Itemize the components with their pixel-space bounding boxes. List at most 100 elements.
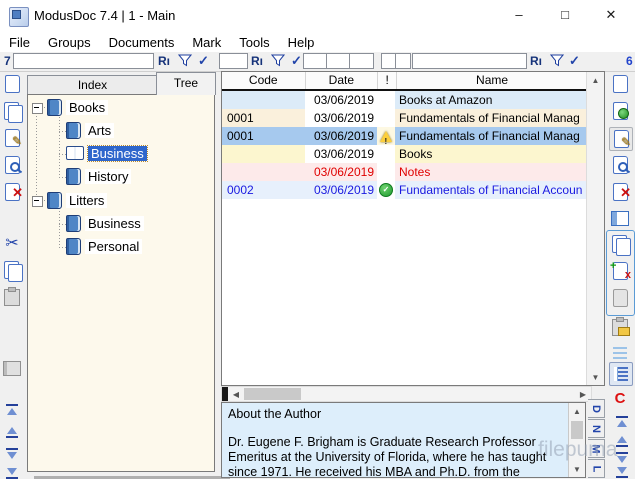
tree-node-personal[interactable]: Personal: [66, 236, 142, 256]
scroll-up-icon[interactable]: ▲: [587, 72, 604, 88]
mark-filter-input[interactable]: [381, 53, 396, 69]
header-date[interactable]: Date: [306, 72, 379, 89]
split-view-icon[interactable]: [609, 207, 631, 229]
tree-node-label[interactable]: Litters: [66, 193, 107, 208]
table-row-selected[interactable]: 0001 03/06/2019 Fundamentals of Financia…: [222, 127, 587, 145]
tree-panel[interactable]: Books Arts Business History Litters Busi…: [27, 94, 215, 472]
scroll-left-icon[interactable]: ◀: [228, 387, 244, 401]
scroll-up-icon[interactable]: ▲: [569, 403, 585, 419]
notes-panel[interactable]: About the Author Dr. Eugene F. Brigham i…: [221, 402, 586, 478]
delete-doc-icon[interactable]: ✕: [609, 181, 631, 203]
table-row[interactable]: 03/06/2019 Books at Amazon: [222, 91, 587, 109]
mark-filter-input-2[interactable]: [395, 53, 411, 69]
table-row[interactable]: 03/06/2019 Notes: [222, 163, 587, 181]
new-group-icon[interactable]: [1, 73, 23, 95]
paste-icon[interactable]: [1, 286, 23, 308]
table-row[interactable]: 03/06/2019 Books: [222, 145, 587, 163]
disabled-doc-icon[interactable]: [609, 287, 631, 309]
view-group-icon[interactable]: [1, 154, 23, 176]
sort-indicator-name[interactable]: Rı: [530, 54, 542, 68]
note-tab-n[interactable]: N: [588, 419, 605, 438]
row-move-top-icon[interactable]: [612, 414, 632, 430]
titlebar[interactable]: ModusDoc 7.4 | 1 - Main – □ ✕: [0, 0, 635, 32]
folder-icon: [618, 327, 630, 336]
filter-funnel-icon-code[interactable]: [271, 54, 285, 70]
copy-doc-icon[interactable]: [609, 233, 631, 255]
table-horizontal-scrollbar[interactable]: ◀ ▶: [221, 386, 592, 402]
header-mark[interactable]: !: [378, 72, 397, 89]
note-tab-l[interactable]: L: [588, 459, 605, 478]
menu-groups[interactable]: Groups: [39, 35, 100, 50]
note-tab-d[interactable]: D: [588, 399, 605, 418]
name-filter-input[interactable]: [412, 53, 527, 69]
apply-filter-icon-left[interactable]: ✓: [198, 53, 209, 69]
sort-indicator-code[interactable]: Rı: [251, 54, 263, 68]
tree-filter-input[interactable]: [13, 53, 154, 69]
code-filter-input[interactable]: [219, 53, 248, 69]
table-vertical-scrollbar[interactable]: ▲ ▼: [586, 72, 604, 385]
menu-documents[interactable]: Documents: [100, 35, 184, 50]
scrollbar-thumb[interactable]: [571, 421, 583, 439]
apply-filter-icon-name[interactable]: ✓: [569, 53, 580, 69]
tree-node-label[interactable]: Arts: [85, 123, 114, 138]
cut-icon[interactable]: ✂: [1, 232, 23, 254]
web-doc-icon[interactable]: [609, 100, 631, 122]
notes-vertical-scrollbar[interactable]: ▲ ▼: [568, 403, 585, 477]
tab-index[interactable]: Index: [27, 75, 158, 95]
move-up-icon[interactable]: [1, 421, 23, 443]
tree-node-history[interactable]: History: [66, 166, 131, 186]
row-move-bottom-icon[interactable]: [612, 464, 632, 479]
close-button[interactable]: ✕: [589, 0, 633, 30]
sort-indicator-left[interactable]: Rı: [158, 54, 170, 68]
tab-tree[interactable]: Tree: [156, 72, 216, 95]
edit-group-icon[interactable]: ✎: [1, 127, 23, 149]
tree-node-label[interactable]: History: [85, 169, 131, 184]
copy-icon[interactable]: [1, 259, 23, 281]
menu-mark[interactable]: Mark: [183, 35, 230, 50]
edit-doc-icon[interactable]: ✎: [609, 127, 633, 151]
scroll-down-icon[interactable]: ▼: [587, 369, 604, 385]
tree-node-label[interactable]: Personal: [85, 239, 142, 254]
filter-funnel-icon-name[interactable]: [550, 54, 564, 70]
paste-special-icon[interactable]: [609, 316, 631, 338]
tree-node-label[interactable]: Business: [85, 216, 144, 231]
move-top-icon[interactable]: [1, 399, 23, 421]
maximize-button[interactable]: □: [543, 0, 587, 30]
filter-funnel-icon-left[interactable]: [178, 54, 192, 70]
tree-node-label[interactable]: Business: [88, 146, 147, 161]
menu-tools[interactable]: Tools: [230, 35, 278, 50]
scroll-down-icon[interactable]: ▼: [569, 461, 585, 477]
tree-expander-books[interactable]: [32, 103, 43, 114]
tree-node-litters[interactable]: Litters: [47, 190, 107, 210]
tree-node-business-2[interactable]: Business: [66, 213, 144, 233]
card-view-icon[interactable]: [1, 357, 23, 379]
row-move-up-icon[interactable]: [612, 433, 632, 449]
table-row[interactable]: 0001 03/06/2019 Fundamentals of Financia…: [222, 109, 587, 127]
delete-group-icon[interactable]: ✕: [1, 181, 23, 203]
menubar: File Groups Documents Mark Tools Help: [0, 32, 635, 52]
note-tab-m[interactable]: M: [588, 439, 605, 458]
scrollbar-thumb[interactable]: [244, 388, 301, 400]
menu-help[interactable]: Help: [279, 35, 324, 50]
date-month-input[interactable]: [326, 53, 350, 69]
tree-node-arts[interactable]: Arts: [66, 120, 114, 140]
apply-filter-icon-code[interactable]: ✓: [291, 53, 302, 69]
tree-node-label[interactable]: Books: [66, 100, 108, 115]
header-name[interactable]: Name: [397, 72, 587, 89]
menu-file[interactable]: File: [0, 35, 39, 50]
minimize-button[interactable]: –: [497, 0, 541, 30]
view-doc-icon[interactable]: [609, 154, 631, 176]
header-code[interactable]: Code: [222, 72, 306, 89]
add-remove-doc-icon[interactable]: +x: [609, 260, 631, 282]
table-row[interactable]: 0002 03/06/2019 ✓ Fundamentals of Financ…: [222, 181, 587, 199]
summary-lines-icon[interactable]: [609, 342, 631, 364]
date-day-input[interactable]: [303, 53, 327, 69]
move-bottom-icon[interactable]: [1, 462, 23, 479]
new-doc-icon[interactable]: [609, 73, 631, 95]
details-view-icon[interactable]: [609, 362, 633, 386]
tree-node-books[interactable]: Books: [47, 97, 108, 117]
tree-expander-litters[interactable]: [32, 196, 43, 207]
tree-node-business-selected[interactable]: Business: [66, 143, 147, 163]
duplicate-group-icon[interactable]: [1, 100, 23, 122]
date-year-input[interactable]: [349, 53, 374, 69]
